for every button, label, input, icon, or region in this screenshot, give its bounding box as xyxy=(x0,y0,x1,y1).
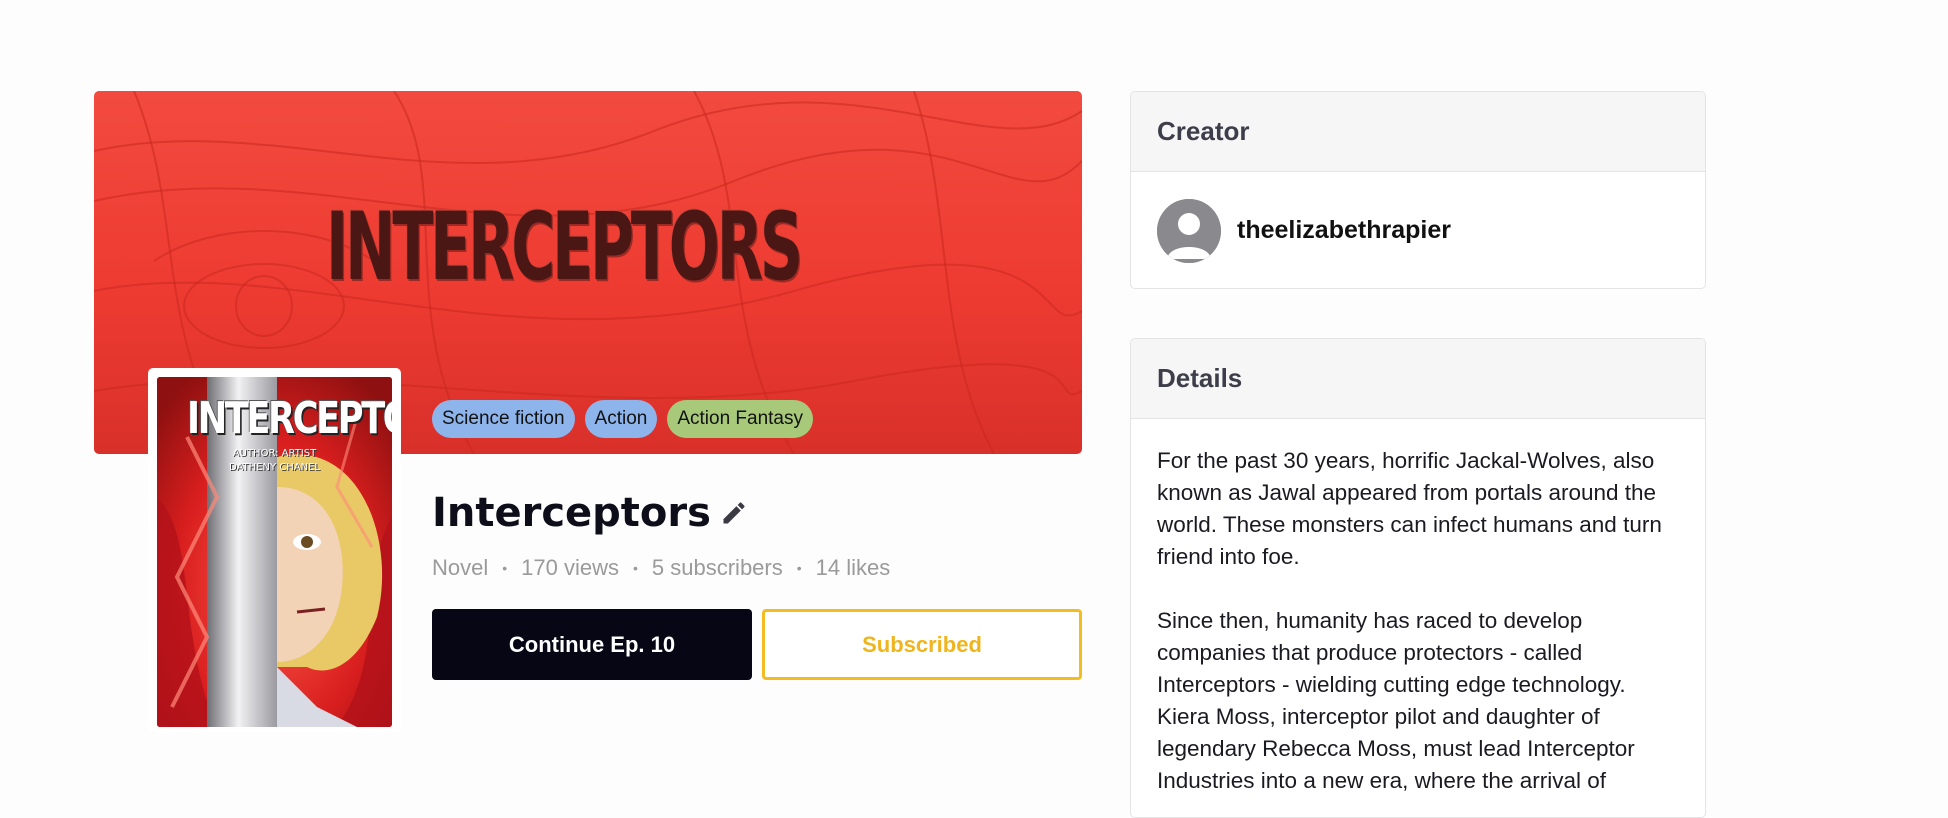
creator-heading: Creator xyxy=(1131,92,1705,172)
series-stats: Novel • 170 views • 5 subscribers • 14 l… xyxy=(432,555,890,581)
synopsis: For the past 30 years, horrific Jackal-W… xyxy=(1131,419,1705,797)
tag-science-fiction[interactable]: Science fiction xyxy=(432,400,575,438)
synopsis-paragraph: For the past 30 years, horrific Jackal-W… xyxy=(1157,448,1662,569)
user-icon xyxy=(1157,198,1221,263)
cover-credits-line1: AUTHOR: ARTIST xyxy=(232,448,317,459)
separator-dot: • xyxy=(633,560,638,576)
creator-panel: Creator theelizabethrapier xyxy=(1130,91,1706,289)
creator-name[interactable]: theelizabethrapier xyxy=(1237,216,1451,245)
views-count: 170 views xyxy=(521,555,619,580)
cover-credits-line2: DATHENY CHANEL xyxy=(228,462,320,473)
banner-title: INTERCEPTORS xyxy=(326,193,803,302)
details-panel: Details For the past 30 years, horrific … xyxy=(1130,338,1706,818)
separator-dot: • xyxy=(502,560,508,576)
title-row: Interceptors xyxy=(432,490,749,536)
separator-dot: • xyxy=(796,560,802,576)
genre-tags: Science fiction Action Action Fantasy xyxy=(432,400,813,438)
page-title: Interceptors xyxy=(432,490,711,536)
cover-title: INTERCEPTORS xyxy=(187,393,392,444)
likes-count: 14 likes xyxy=(815,555,891,580)
subscribers-count: 5 subscribers xyxy=(651,555,783,580)
continue-episode-button[interactable]: Continue Ep. 10 xyxy=(432,609,752,680)
series-type: Novel xyxy=(432,555,489,580)
pencil-icon[interactable] xyxy=(719,498,749,528)
avatar[interactable] xyxy=(1157,198,1221,263)
synopsis-paragraph: Since then, humanity has raced to develo… xyxy=(1157,608,1635,793)
cover-frame: INTERCEPTORS AUTHOR: ARTIST DATHENY CHAN… xyxy=(148,368,401,732)
tag-action[interactable]: Action xyxy=(584,400,658,438)
creator-row[interactable]: theelizabethrapier xyxy=(1131,172,1705,288)
tag-action-fantasy[interactable]: Action Fantasy xyxy=(667,400,813,438)
details-heading: Details xyxy=(1131,339,1705,419)
cover-credits: AUTHOR: ARTIST DATHENY CHANEL xyxy=(157,447,392,475)
cover-image[interactable]: INTERCEPTORS AUTHOR: ARTIST DATHENY CHAN… xyxy=(157,377,392,727)
subscribed-button[interactable]: Subscribed xyxy=(762,609,1082,680)
